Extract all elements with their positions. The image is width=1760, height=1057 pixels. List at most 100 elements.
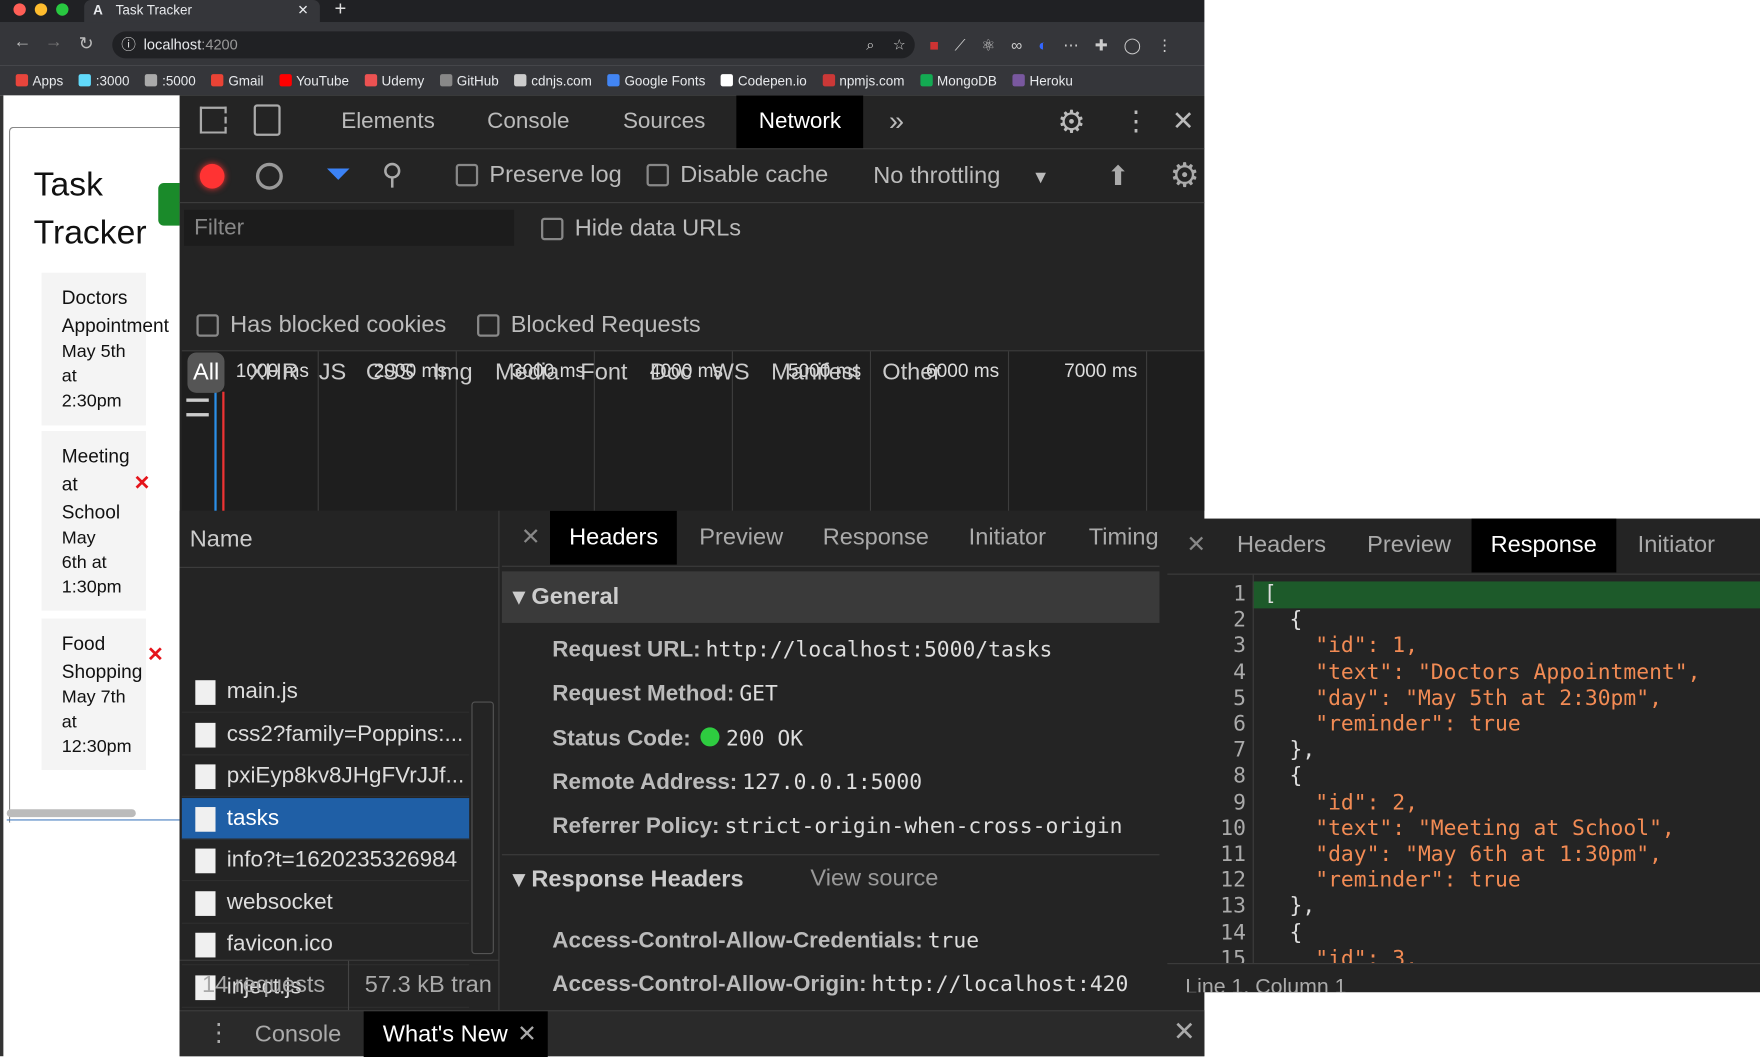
record-icon[interactable] [199,163,225,189]
bookmark-item[interactable]: MongoDB [920,65,997,95]
bookmark-item[interactable]: Codepen.io [721,65,807,95]
request-row[interactable]: pxiEyp8kv8JHgFVrJJf... [181,755,470,797]
delete-task-icon[interactable]: ✕ [134,471,151,495]
zoom-icon[interactable]: ⌕ [866,31,874,58]
back-icon[interactable]: ← [13,33,31,53]
general-section-header[interactable]: ▾ General [501,571,1160,623]
response-code[interactable]: 1 [2 {3 "id": 1, 4 "text": "Doctors Appoin… [1167,519,1760,963]
extension-icon[interactable]: ⟋ [955,36,966,55]
type-filter-manifest[interactable]: Manifest [771,349,860,396]
bookmark-item[interactable]: cdnjs.com [514,65,592,95]
profile-icon[interactable]: ◯ [1124,36,1142,55]
inspect-icon[interactable] [199,106,227,134]
clear-icon[interactable] [255,162,283,190]
kebab-menu-icon[interactable]: ⋮ [1122,95,1149,148]
type-filter-css[interactable]: CSS [366,349,414,396]
task-item[interactable]: Food Shopping May 7th at 12:30pm [41,618,146,771]
drawer-tab-console[interactable]: Console [255,1011,341,1057]
filter-icon[interactable]: ⏷ [326,156,351,193]
horizontal-scrollbar[interactable] [6,809,180,821]
import-har-icon[interactable]: ⬆ [1107,161,1130,194]
hide-data-urls-checkbox[interactable]: Hide data URLs [541,216,741,243]
header-value[interactable]: http://localhost:420 [872,972,1129,997]
delete-task-icon[interactable]: ✕ [147,643,164,667]
request-row[interactable]: main.js [181,671,470,713]
preserve-log-checkbox[interactable]: Preserve log [455,162,622,189]
request-row[interactable]: info?t=1620235326984 [181,840,470,882]
scrollbar-thumb[interactable] [6,809,136,818]
url-input[interactable]: ⓘ localhost:4200 ⌕ ☆ [112,31,915,59]
search-icon[interactable]: ⚲ [382,157,403,192]
bookmark-item[interactable]: Google Fonts [607,65,705,95]
extension-icon[interactable]: ■ [929,36,939,55]
header-value[interactable]: GET [739,682,778,707]
request-row[interactable]: websocket [181,882,470,924]
filter-input[interactable]: Filter [184,209,515,246]
window-maximize[interactable] [56,3,69,16]
header-value[interactable]: http://localhost:5000/tasks [706,638,1053,663]
type-filter-media[interactable]: Media [495,349,559,396]
drawer-tab-whats-new[interactable]: What's New ✕ [363,1011,549,1057]
request-row[interactable]: css2?family=Poppins:... [181,713,470,755]
type-filter-js[interactable]: JS [319,349,347,396]
detail-tab-initiator[interactable]: Initiator [950,511,1065,565]
device-toolbar-icon[interactable] [253,104,281,136]
throttling-select[interactable]: No throttling ▼ [873,163,1049,190]
detail-tab-preview[interactable]: Preview [680,511,802,565]
bookmark-item[interactable]: :3000 [78,65,130,95]
react-icon[interactable]: ⚛ [981,36,995,55]
bookmark-item[interactable]: GitHub [439,65,499,95]
type-filter-ws[interactable]: WS [712,349,750,396]
type-filter-all[interactable]: All [187,352,225,393]
drawer-menu-icon[interactable]: ⋮ [207,1018,232,1047]
window-minimize[interactable] [34,3,48,16]
bookmark-item[interactable]: Gmail [211,65,264,95]
tab-sources[interactable]: Sources [623,95,705,148]
puzzle-icon[interactable]: ✚ [1095,36,1108,55]
detail-tab-response[interactable]: Response [804,511,948,565]
blocked-requests-checkbox[interactable]: Blocked Requests [477,312,701,339]
extension-icon[interactable]: ∞ [1011,36,1022,55]
close-tab-icon[interactable]: ✕ [297,0,308,20]
type-filter-font[interactable]: Font [580,349,627,396]
extension-icon[interactable]: ◐ [1038,36,1048,55]
tab-elements[interactable]: Elements [341,95,435,148]
close-tab-icon[interactable]: ✕ [517,1011,537,1057]
gear-icon[interactable]: ⚙ [1057,95,1085,148]
browser-tab[interactable]: A Task Tracker ✕ [84,0,320,23]
response-headers-section-header[interactable]: ▾ Response Headers [513,865,744,893]
type-filter-other[interactable]: Other [882,349,941,396]
header-value[interactable]: strict-origin-when-cross-origin [724,814,1122,839]
network-settings-icon[interactable]: ⚙ [1170,156,1200,195]
bookmark-item[interactable]: Apps [15,65,63,95]
header-value[interactable]: true [928,928,979,953]
forward-icon[interactable]: → [45,33,63,53]
bookmark-item[interactable]: :5000 [145,65,196,95]
request-list-scrollbar[interactable] [471,701,494,955]
new-tab-button[interactable]: + [334,0,346,21]
type-filter-xhr[interactable]: XHR [249,349,299,396]
add-task-button[interactable] [158,182,180,226]
close-devtools-icon[interactable]: ✕ [1172,95,1195,148]
menu-icon[interactable]: ⋮ [1157,36,1173,55]
bookmark-item[interactable]: npmjs.com [822,65,904,95]
window-close[interactable] [13,3,26,16]
bookmark-item[interactable]: Udemy [364,65,424,95]
task-item[interactable]: Doctors Appointment May 5th at 2:30pm [41,272,169,426]
view-source-link[interactable]: View source [810,865,938,892]
header-value[interactable]: 127.0.0.1:5000 [742,770,922,795]
bookmark-item[interactable]: YouTube [279,65,349,95]
detail-tab-timing[interactable]: Timing [1070,511,1160,565]
reload-icon[interactable]: ↻ [79,33,94,55]
name-column-header[interactable]: Name [190,511,253,567]
disable-cache-checkbox[interactable]: Disable cache [646,162,828,189]
type-filter-img[interactable]: Img [433,349,472,396]
tab-console[interactable]: Console [487,95,569,148]
has-blocked-cookies-checkbox[interactable]: Has blocked cookies [196,312,446,339]
request-row[interactable]: tasks [181,797,470,840]
detail-tab-headers[interactable]: Headers [550,510,678,565]
extension-icon[interactable]: ⋯ [1063,36,1079,55]
type-filter-doc[interactable]: Doc [650,349,692,396]
close-drawer-icon[interactable]: ✕ [1173,1016,1196,1049]
task-item[interactable]: Meeting at School May 6th at 1:30pm [41,431,146,611]
